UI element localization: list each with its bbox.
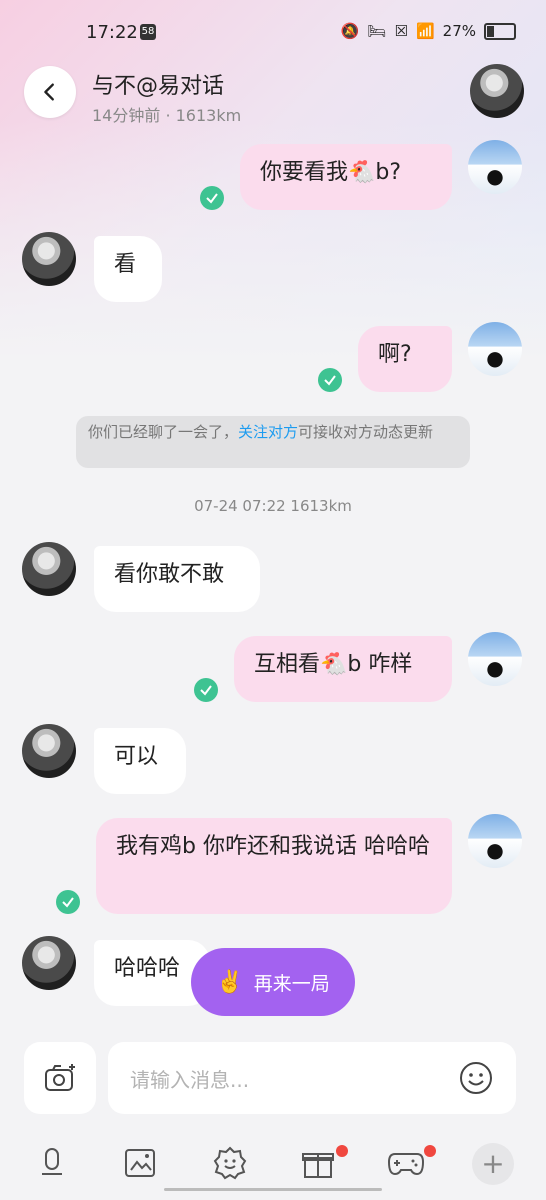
contact-avatar[interactable]	[22, 724, 76, 778]
page-subtitle: 14分钟前 · 1613km	[92, 106, 242, 125]
sticker-button[interactable]	[210, 1143, 250, 1183]
voice-button[interactable]	[32, 1143, 72, 1183]
home-indicator	[164, 1188, 382, 1191]
notice-text: 你们已经聊了一会了，	[88, 423, 239, 441]
gamepad-icon	[387, 1153, 425, 1176]
status-time: 17:22	[86, 22, 138, 43]
contact-avatar[interactable]	[22, 542, 76, 596]
emoji-icon[interactable]	[458, 1060, 494, 1096]
gift-notification-dot	[336, 1145, 348, 1157]
image-icon	[125, 1149, 155, 1177]
read-check-icon	[194, 678, 218, 702]
bottom-toolbar: +	[0, 1135, 546, 1195]
back-button[interactable]	[24, 66, 76, 118]
battery-percent: 27%	[442, 22, 476, 40]
camera-icon	[45, 1064, 75, 1091]
mute-icon: 🔕	[340, 22, 360, 40]
read-check-icon	[318, 368, 342, 392]
contact-avatar[interactable]	[470, 64, 524, 118]
message-bubble-out[interactable]: 互相看🐔b 咋样	[234, 636, 452, 702]
follow-link[interactable]: 关注对方	[238, 423, 298, 441]
gallery-button[interactable]	[120, 1143, 160, 1183]
chevron-left-icon	[44, 83, 54, 101]
sticker-icon	[213, 1146, 247, 1180]
message-timestamp: 07-24 07:22 1613km	[194, 497, 352, 515]
sim-icon: ☒	[394, 22, 408, 40]
battery-icon	[484, 22, 516, 40]
gift-button[interactable]	[298, 1143, 338, 1183]
message-input[interactable]: 请输入消息...	[108, 1042, 516, 1114]
read-check-icon	[56, 890, 80, 914]
message-composer: 请输入消息...	[0, 1042, 546, 1116]
game-notification-dot	[424, 1145, 436, 1157]
notification-badge: 58	[140, 24, 156, 40]
my-avatar[interactable]	[468, 140, 522, 194]
plus-icon: +	[481, 1147, 505, 1180]
message-input-placeholder: 请输入消息...	[130, 1068, 250, 1092]
play-again-label: 再来一局	[253, 972, 330, 995]
more-button[interactable]: +	[472, 1143, 514, 1185]
notice-text: 可接收对方动态更新	[298, 423, 434, 441]
message-bubble-in[interactable]: 看	[94, 236, 162, 302]
message-bubble-out[interactable]: 啊?	[358, 326, 452, 392]
game-button[interactable]	[386, 1143, 426, 1183]
status-icons: 🔕 🛏 ☒ 📶 27%	[341, 22, 516, 40]
contact-avatar[interactable]	[22, 232, 76, 286]
message-bubble-out[interactable]: 我有鸡b 你咋还和我说话 哈哈哈	[96, 818, 452, 914]
my-avatar[interactable]	[468, 322, 522, 376]
my-avatar[interactable]	[468, 632, 522, 686]
status-bar: 17:22 58 🔕 🛏 ☒ 📶 27%	[0, 0, 546, 64]
page-title: 与不@易对话	[92, 74, 225, 99]
victory-hand-icon: ✌️	[216, 969, 244, 995]
message-bubble-out[interactable]: 你要看我🐔b?	[240, 144, 452, 210]
message-bubble-in[interactable]: 可以	[94, 728, 186, 794]
chat-header: 与不@易对话 14分钟前 · 1613km	[0, 64, 546, 134]
play-again-button[interactable]: ✌️ 再来一局	[191, 948, 355, 1016]
my-avatar[interactable]	[468, 814, 522, 868]
read-check-icon	[200, 186, 224, 210]
bed-icon: 🛏	[367, 22, 387, 40]
camera-button[interactable]	[24, 1042, 96, 1114]
message-bubble-in[interactable]: 看你敢不敢	[94, 546, 260, 612]
contact-avatar[interactable]	[22, 936, 76, 990]
system-notice: 你们已经聊了一会了，关注对方可接收对方动态更新	[76, 416, 470, 468]
wifi-icon: 📶	[415, 22, 435, 40]
gift-icon	[302, 1153, 334, 1178]
microphone-icon	[42, 1148, 62, 1175]
